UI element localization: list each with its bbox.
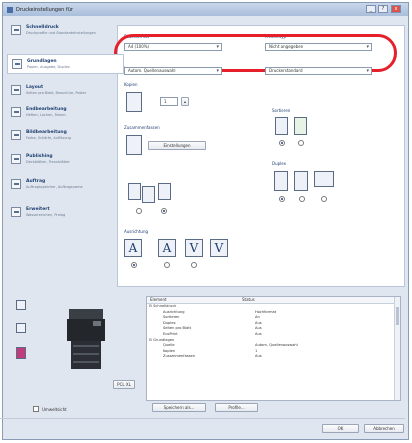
sort-off-icon <box>275 117 288 135</box>
sidebar-item-publishing[interactable]: Publishing Deckblätter, Trennblätter <box>7 149 116 169</box>
ok-button[interactable]: OK <box>322 424 359 433</box>
page-order-icon-2 <box>142 186 155 203</box>
sidebar-item-subtitle: Farbe, Schärfe, Auflösung <box>26 135 71 140</box>
duplex-short-edge-icon <box>314 171 334 187</box>
sidebar-item-bildbearbeitung[interactable]: Bildbearbeitung Farbe, Schärfe, Auflösung <box>7 125 116 145</box>
sidebar-item-subtitle: Deckblätter, Trennblätter <box>26 159 70 164</box>
duplex-off-radio[interactable] <box>279 196 285 202</box>
summary-scrollbar[interactable] <box>394 297 400 400</box>
orientation-rotated-portrait-radio[interactable] <box>191 262 197 268</box>
color-icon <box>16 347 26 359</box>
duplex-short-edge-radio[interactable] <box>321 196 327 202</box>
settings-summary-list[interactable]: Element Status ⊟ Schnelldruck Ausrichtun… <box>146 296 401 401</box>
sidebar-item-schnelldruck[interactable]: Schnelldruck Druckprofile und Standardein… <box>7 20 116 40</box>
close-button[interactable]: x <box>391 5 401 13</box>
scrollbar-thumb[interactable] <box>396 307 399 325</box>
sidebar-item-subtitle: Auftragsspeicher, Auftragsname <box>26 184 83 189</box>
printer-app-icon <box>7 6 13 13</box>
model-badge: PCL XL <box>113 380 135 389</box>
page-order-icon-3 <box>158 183 171 200</box>
sort-on-radio[interactable] <box>298 140 304 146</box>
ausrichtung-label: Ausrichtung <box>124 229 149 234</box>
orientation-landscape-icon: A <box>158 239 176 257</box>
profile-button[interactable]: Profile... <box>215 403 258 412</box>
summary-col-status: Status <box>242 297 255 302</box>
duplex-long-edge-icon <box>294 171 308 191</box>
help-button[interactable]: ? <box>378 5 388 13</box>
save-as-button[interactable]: Speichern als... <box>152 403 206 412</box>
image-icon <box>11 130 21 140</box>
sidebar: Schnelldruck Druckprofile und Standardein… <box>7 18 124 236</box>
sort-off-radio[interactable] <box>279 140 285 146</box>
summary-header: Element Status <box>147 297 400 304</box>
minimize-button[interactable]: _ <box>366 5 376 13</box>
duplex-long-edge-radio[interactable] <box>299 196 305 202</box>
document-icon <box>16 323 26 333</box>
printer-device-image <box>67 309 105 369</box>
list-item: Zusammenfassen Aus <box>163 354 262 359</box>
sidebar-item-subtitle: Wasserzeichen, Prolog <box>26 212 66 217</box>
kopien-spin-button[interactable]: ▴ <box>181 97 189 106</box>
sidebar-item-subtitle: Druckprofile und Standardeinstellungen <box>26 30 96 35</box>
sidebar-item-layout[interactable]: Layout Seiten pro Blatt, Broschüre, Poste… <box>7 80 116 100</box>
cancel-button[interactable]: Abbrechen <box>364 424 404 433</box>
sidebar-item-subtitle: Heften, Lochen, Falzen <box>26 112 66 117</box>
printer-small-icon <box>16 300 26 310</box>
sidebar-item-subtitle: Seiten pro Blatt, Broschüre, Poster <box>26 90 87 95</box>
zusammenfassen-label: Zusammenfassen <box>124 125 160 130</box>
sort-on-icon <box>294 117 307 135</box>
page-order-radio-2[interactable] <box>161 208 167 214</box>
printer-profile-icon <box>11 25 21 35</box>
kopien-stepper[interactable]: 1 <box>160 97 178 106</box>
advanced-icon <box>11 207 21 217</box>
sidebar-item-auftrag[interactable]: Auftrag Auftragsspeicher, Auftragsname <box>7 174 116 194</box>
ausgabe-select[interactable]: Druckerstandard <box>265 67 372 75</box>
combine-icon <box>126 135 142 155</box>
basics-icon <box>12 59 22 69</box>
job-icon <box>11 179 21 189</box>
orientation-rotated-portrait-icon: V <box>185 239 203 257</box>
umweltsicht-checkbox[interactable] <box>33 406 39 412</box>
sidebar-item-endbearbeitung[interactable]: Endbearbeitung Heften, Lochen, Falzen <box>7 102 116 122</box>
orientation-landscape-radio[interactable] <box>164 262 170 268</box>
duplex-label: Duplex <box>272 161 287 166</box>
sidebar-item-grundlagen[interactable]: Grundlagen Papier, Ausgabe, Duplex <box>7 54 124 74</box>
zusammenfassen-settings-button[interactable]: Einstellungen <box>148 141 206 150</box>
sortieren-label: Sortieren <box>272 108 291 113</box>
title-bar: Druckeinstellungen für _ ? x <box>3 3 408 16</box>
kopien-label: Kopien <box>124 82 138 87</box>
umweltsicht-label: Umweltsicht <box>42 407 67 412</box>
sidebar-item-erweitert[interactable]: Erweitert Wasserzeichen, Prolog <box>7 202 116 222</box>
window-title: Druckeinstellungen für <box>16 6 73 13</box>
finishing-icon <box>11 107 21 117</box>
duplex-off-icon <box>274 171 288 191</box>
orientation-portrait-icon: A <box>124 239 142 257</box>
summary-col-element: Element <box>150 297 167 302</box>
page-order-icon-1 <box>128 183 141 200</box>
publishing-icon <box>11 154 21 164</box>
orientation-portrait-radio[interactable] <box>131 262 137 268</box>
footer-divider <box>0 418 405 419</box>
quelle-select[interactable]: Autom. Quellenauswahl <box>124 67 222 75</box>
layout-icon <box>11 85 21 95</box>
sidebar-item-subtitle: Papier, Ausgabe, Duplex <box>27 64 70 69</box>
copies-icon <box>126 92 142 112</box>
page-order-radio-1[interactable] <box>136 208 142 214</box>
orientation-rotated-landscape-icon: V <box>210 239 228 257</box>
